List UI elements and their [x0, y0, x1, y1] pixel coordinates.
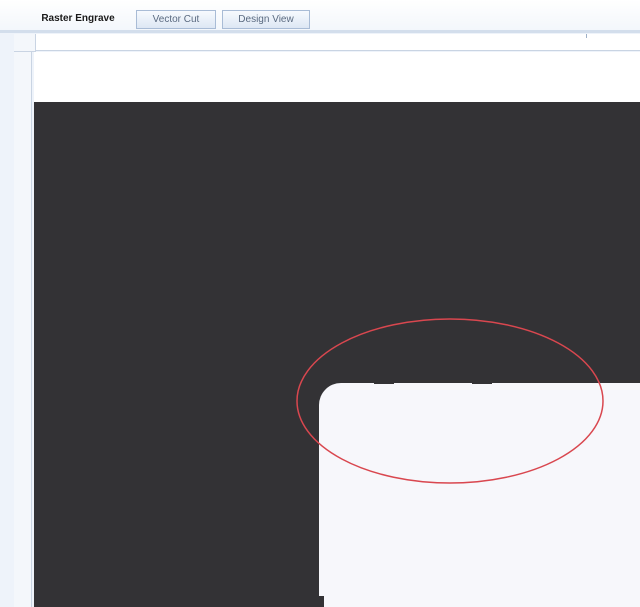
tab-bar: Raster Engrave Vector Cut Design View [0, 0, 640, 33]
edge-notch [374, 381, 394, 384]
tab-raster-engrave[interactable]: Raster Engrave [30, 10, 126, 29]
edge-notch [318, 596, 324, 607]
tab-vector-cut[interactable]: Vector Cut [136, 10, 216, 29]
edge-notch [472, 381, 492, 384]
tab-underline [0, 30, 640, 33]
design-canvas[interactable] [34, 52, 640, 607]
ruler-top [36, 34, 640, 51]
tab-design-view[interactable]: Design View [222, 10, 310, 29]
ruler-corner [14, 34, 36, 52]
ruler-tick [586, 34, 587, 38]
cut-out-shape [319, 383, 640, 607]
ruler-left [14, 52, 32, 607]
